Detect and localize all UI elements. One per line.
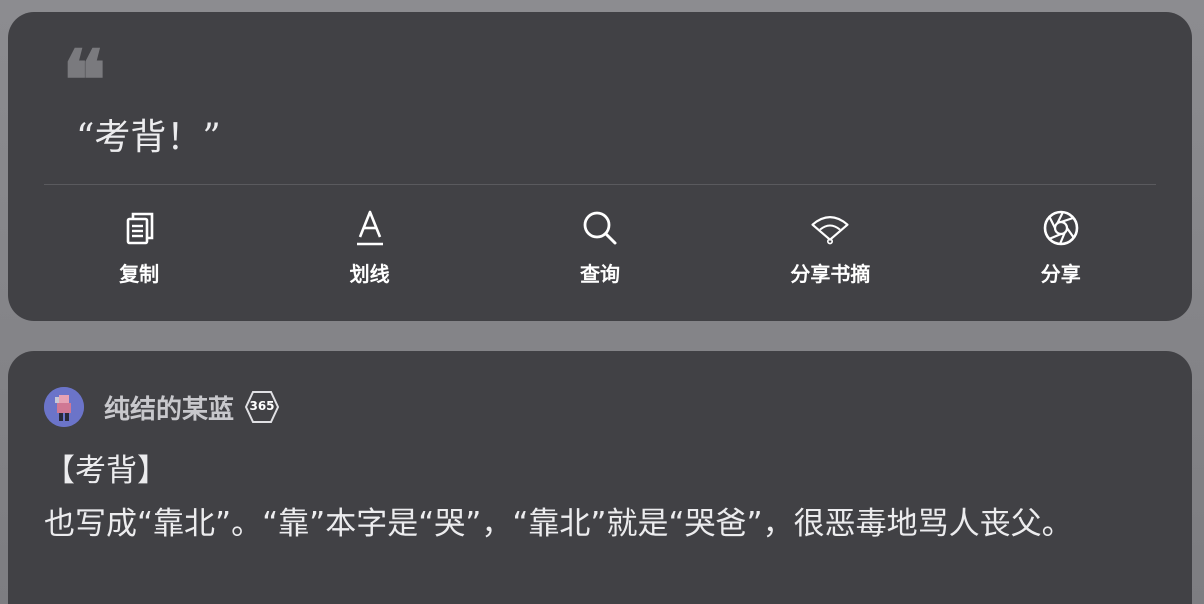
aperture-share-icon — [1043, 210, 1079, 246]
badge-text: 365 — [249, 399, 275, 413]
quote-mark-icon: ❝ — [62, 33, 106, 129]
search-icon — [583, 211, 617, 245]
note-title: 【考背】 — [44, 453, 168, 489]
share-excerpt-label: 分享书摘 — [790, 262, 871, 286]
page: ❝ “考背！” 复制 划线 查询 分享书摘 分享 纯结的某蓝 365 【考背】 … — [0, 0, 1204, 604]
divider — [44, 184, 1156, 185]
lookup-button[interactable]: 查询 — [510, 208, 690, 308]
copy-button[interactable]: 复制 — [49, 208, 229, 308]
lookup-label: 查询 — [579, 262, 620, 286]
copy-label: 复制 — [119, 262, 160, 286]
username[interactable]: 纯结的某蓝 — [104, 389, 234, 426]
avatar[interactable] — [44, 387, 84, 427]
share-button[interactable]: 分享 — [971, 208, 1151, 308]
membership-badge: 365 — [244, 390, 280, 424]
avatar-figure-icon — [44, 387, 84, 427]
note-card: 纯结的某蓝 365 【考背】 也写成“靠北”。“靠”本字是“哭”，“靠北”就是“… — [8, 351, 1192, 604]
selected-quote-text: “考背！” — [76, 117, 221, 158]
underline-icon — [356, 210, 383, 246]
fan-share-icon — [811, 216, 849, 245]
underline-button[interactable]: 划线 — [280, 208, 460, 308]
copy-icon — [126, 212, 154, 245]
note-body: 也写成“靠北”。“靠”本字是“哭”，“靠北”就是“哭爸”，很恶毒地骂人丧父。 — [44, 506, 1073, 542]
underline-label: 划线 — [349, 262, 390, 286]
share-excerpt-button[interactable]: 分享书摘 — [740, 208, 920, 308]
action-bar: 复制 划线 查询 分享书摘 分享 — [8, 208, 1192, 308]
quote-action-card: ❝ “考背！” 复制 划线 查询 分享书摘 分享 — [8, 12, 1192, 321]
note-header: 纯结的某蓝 365 — [44, 387, 280, 427]
share-label: 分享 — [1040, 262, 1081, 286]
